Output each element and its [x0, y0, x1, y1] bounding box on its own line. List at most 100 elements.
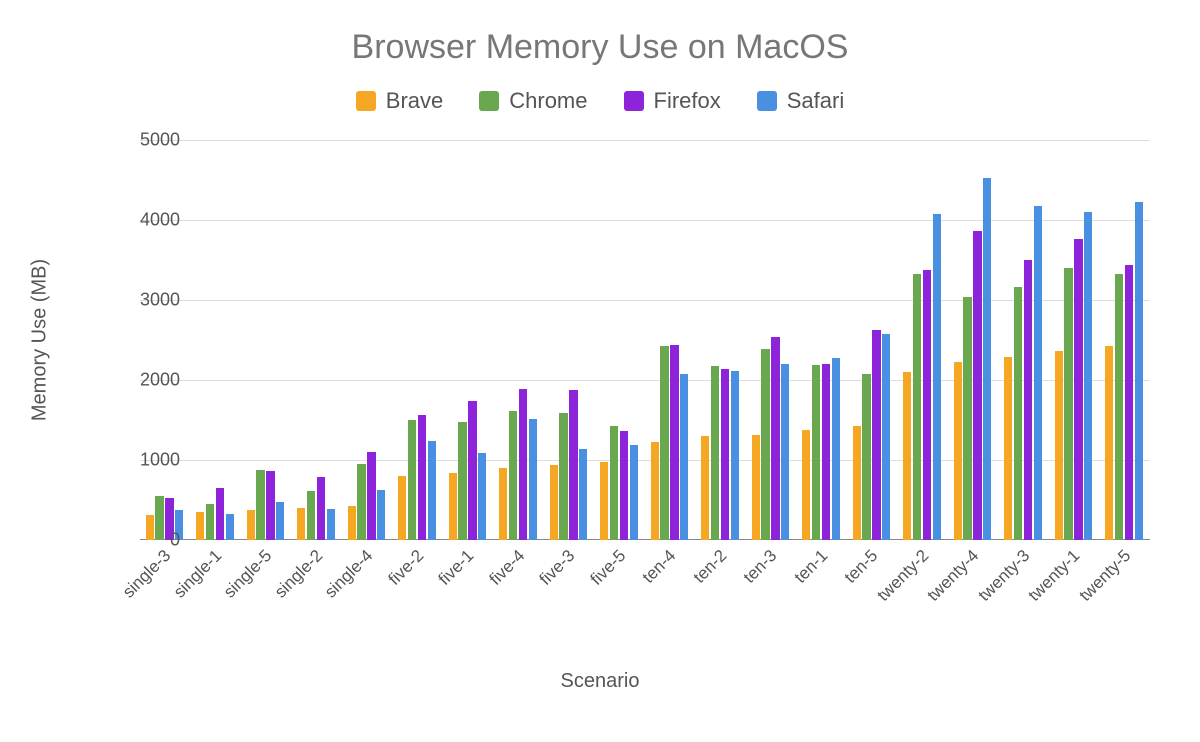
- bar: [832, 358, 840, 540]
- bar: [822, 364, 830, 540]
- bar: [651, 442, 659, 540]
- x-axis-label: Scenario: [0, 670, 1200, 693]
- y-tick-label: 1000: [120, 450, 180, 471]
- bar: [1055, 351, 1063, 540]
- bar-group: [797, 140, 848, 540]
- bar: [923, 270, 931, 540]
- legend-swatch: [757, 91, 777, 111]
- bar-group: [191, 140, 242, 540]
- bar: [983, 178, 991, 540]
- bar: [1064, 268, 1072, 540]
- bar-group: [241, 140, 292, 540]
- y-tick-label: 4000: [120, 210, 180, 231]
- bar: [317, 477, 325, 540]
- bar: [954, 362, 962, 540]
- bar: [449, 473, 457, 540]
- legend: Brave Chrome Firefox Safari: [0, 88, 1200, 117]
- bar: [1084, 212, 1092, 540]
- bar: [670, 345, 678, 540]
- chart-title: Browser Memory Use on MacOS: [0, 28, 1200, 67]
- bar: [802, 430, 810, 540]
- bar: [731, 371, 739, 540]
- bar: [206, 504, 214, 540]
- bar: [418, 415, 426, 540]
- legend-item: Firefox: [624, 88, 721, 114]
- bar: [701, 436, 709, 540]
- bar: [1004, 357, 1012, 540]
- bar: [781, 364, 789, 540]
- bar: [721, 369, 729, 540]
- bar: [872, 330, 880, 540]
- bar: [478, 453, 486, 540]
- bar: [357, 464, 365, 540]
- bar: [620, 431, 628, 540]
- bar: [1074, 239, 1082, 540]
- chart-container: Browser Memory Use on MacOS Brave Chrome F…: [0, 0, 1200, 742]
- bar: [711, 366, 719, 540]
- legend-swatch: [479, 91, 499, 111]
- bar: [660, 346, 668, 540]
- bar: [853, 426, 861, 540]
- bar-group: [544, 140, 595, 540]
- bar: [297, 508, 305, 540]
- bar: [276, 502, 284, 540]
- legend-swatch: [356, 91, 376, 111]
- bar: [377, 490, 385, 540]
- legend-item: Chrome: [479, 88, 587, 114]
- bar: [1125, 265, 1133, 540]
- bar-group: [1100, 140, 1151, 540]
- bar: [882, 334, 890, 540]
- bar-group: [948, 140, 999, 540]
- legend-label: Firefox: [654, 88, 721, 114]
- bar: [1034, 206, 1042, 540]
- bar: [752, 435, 760, 540]
- bar: [408, 420, 416, 540]
- bar: [569, 390, 577, 540]
- legend-item: Safari: [757, 88, 844, 114]
- bar: [458, 422, 466, 540]
- bar: [1135, 202, 1143, 540]
- bar-group: [999, 140, 1050, 540]
- bar-group: [443, 140, 494, 540]
- y-tick-label: 2000: [120, 370, 180, 391]
- bar: [327, 509, 335, 540]
- bar: [226, 514, 234, 540]
- y-tick-label: 5000: [120, 130, 180, 151]
- bar: [529, 419, 537, 540]
- bar: [348, 506, 356, 540]
- bar: [216, 488, 224, 540]
- bar: [1014, 287, 1022, 540]
- bar: [499, 468, 507, 540]
- bar: [468, 401, 476, 540]
- bar-group: [1049, 140, 1100, 540]
- bar: [519, 389, 527, 540]
- y-tick-label: 3000: [120, 290, 180, 311]
- bar: [1115, 274, 1123, 540]
- bar: [600, 462, 608, 540]
- bar: [196, 512, 204, 540]
- plot-area: [140, 140, 1150, 540]
- bar: [428, 441, 436, 540]
- bar-group: [847, 140, 898, 540]
- bar-group: [393, 140, 444, 540]
- bar-group: [696, 140, 747, 540]
- legend-label: Safari: [787, 88, 844, 114]
- bar: [903, 372, 911, 540]
- bar: [307, 491, 315, 540]
- bar: [559, 413, 567, 540]
- bar: [963, 297, 971, 540]
- bar: [509, 411, 517, 540]
- bar: [680, 374, 688, 540]
- bar: [761, 349, 769, 540]
- bar: [1024, 260, 1032, 540]
- bar-group: [898, 140, 949, 540]
- bar: [933, 214, 941, 540]
- bar-group: [645, 140, 696, 540]
- bar: [398, 476, 406, 540]
- bar-group: [140, 140, 191, 540]
- bar: [771, 337, 779, 540]
- bar: [266, 471, 274, 540]
- bar-group: [292, 140, 343, 540]
- legend-swatch: [624, 91, 644, 111]
- legend-label: Brave: [386, 88, 443, 114]
